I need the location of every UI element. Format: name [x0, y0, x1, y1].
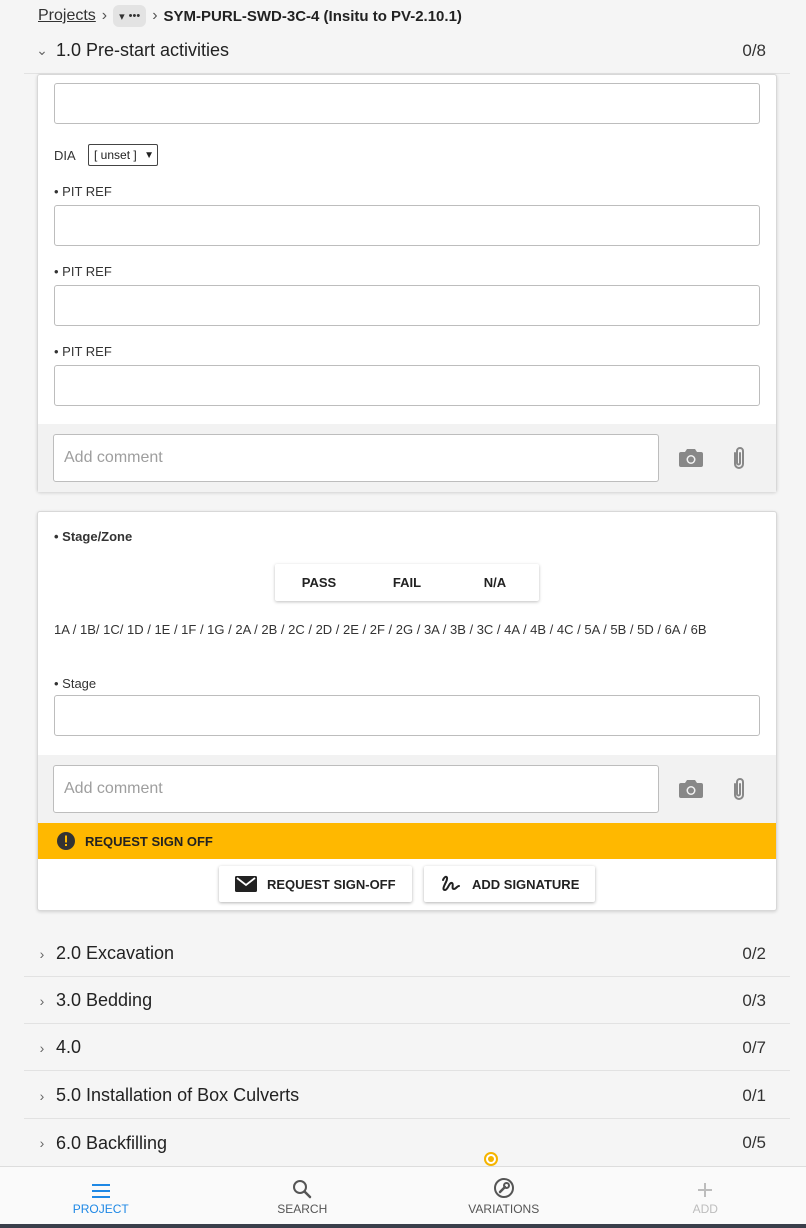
comment-input[interactable]: Add comment: [53, 434, 659, 482]
nav-add[interactable]: ADD: [605, 1167, 806, 1224]
section-count: 0/5: [742, 1133, 766, 1152]
nav-variations-label: VARIATIONS: [468, 1202, 540, 1216]
section-header-pre-start[interactable]: ⌄ 1.0 Pre-start activities 0/8: [24, 28, 790, 74]
comment-input[interactable]: Add comment: [53, 765, 659, 813]
section-title: 2.0 Excavation: [56, 943, 175, 963]
section-count: 0/3: [742, 990, 766, 1010]
nav-search-label: SEARCH: [277, 1202, 328, 1216]
checklist-card-stage-zone: • Stage/Zone PASS FAIL N/A 1A / 1B/ 1C/ …: [37, 511, 777, 911]
add-signature-button[interactable]: ADD SIGNATURE: [424, 866, 596, 902]
pit-ref-label: • PIT REF: [54, 344, 112, 359]
chevron-down-icon: ⌄: [36, 42, 48, 58]
chevron-right-icon: ›: [152, 7, 158, 24]
bottom-navigation: PROJECT SEARCH VARIATIONS ADD: [0, 1166, 806, 1224]
comment-bar: Add comment: [38, 755, 776, 823]
section-header-4[interactable]: › 4.0 0/7: [24, 1025, 790, 1071]
section-title: 1.0 Pre-start activities: [56, 40, 230, 60]
chevron-right-icon: ›: [39, 1039, 45, 1056]
signature-icon: [442, 875, 460, 892]
pass-fail-na-group: PASS FAIL N/A: [275, 564, 539, 601]
section-count: 0/2: [742, 943, 766, 963]
caret-down-icon: ▾: [119, 10, 125, 23]
chevron-right-icon: ›: [39, 992, 45, 1009]
bottom-strip: [0, 1224, 806, 1228]
chevron-right-icon: ›: [39, 945, 45, 962]
nav-add-label: ADD: [692, 1202, 718, 1216]
pit-ref-label: • PIT REF: [54, 184, 112, 199]
page-title: SYM-PURL-SWD-3C-4 (Insitu to PV-2.10.1): [163, 7, 462, 25]
section-count: 0/8: [742, 40, 766, 60]
stage-zone-label: • Stage/Zone: [54, 529, 133, 544]
envelope-icon: [235, 876, 257, 892]
pit-ref-input[interactable]: [54, 205, 760, 246]
dia-select[interactable]: [ unset ] ▼: [88, 144, 158, 166]
section-count: 0/7: [742, 1037, 766, 1057]
dia-select-value: [ unset ]: [94, 148, 137, 162]
section-header-box-culverts[interactable]: › 5.0 Installation of Box Culverts 0/1: [24, 1073, 790, 1119]
variations-icon: [493, 1178, 514, 1198]
fail-button[interactable]: FAIL: [363, 564, 451, 601]
nav-variations[interactable]: VARIATIONS: [403, 1167, 605, 1224]
chevron-down-icon: ▼: [144, 149, 154, 161]
section-header-bedding[interactable]: › 3.0 Bedding 0/3: [24, 978, 790, 1024]
pit-ref-label: • PIT REF: [54, 264, 112, 279]
chevron-right-icon: ›: [39, 1087, 45, 1104]
plus-icon: [698, 1183, 713, 1197]
section-title: 6.0 Backfilling: [56, 1132, 168, 1153]
search-icon: [293, 1180, 312, 1199]
camera-icon[interactable]: [677, 775, 705, 803]
pass-button[interactable]: PASS: [275, 564, 363, 601]
text-field[interactable]: [54, 83, 760, 124]
paperclip-icon[interactable]: [725, 444, 753, 472]
nav-project[interactable]: PROJECT: [0, 1167, 202, 1224]
section-title: 3.0 Bedding: [56, 990, 153, 1010]
nav-project-label: PROJECT: [72, 1202, 129, 1216]
section-title: 5.0 Installation of Box Culverts: [56, 1085, 300, 1105]
comment-bar: Add comment: [38, 424, 776, 492]
menu-icon: [91, 1184, 110, 1198]
banner-text: REQUEST SIGN OFF: [85, 833, 213, 849]
section-title: 4.0: [56, 1037, 82, 1057]
add-signature-label: ADD SIGNATURE: [472, 876, 580, 892]
camera-icon[interactable]: [677, 444, 705, 472]
section-count: 0/1: [742, 1085, 766, 1105]
section-header-excavation[interactable]: › 2.0 Excavation 0/2: [24, 931, 790, 977]
pit-ref-input[interactable]: [54, 285, 760, 326]
request-sign-off-button[interactable]: REQUEST SIGN-OFF: [219, 866, 412, 902]
stage-label: • Stage: [54, 676, 97, 691]
chevron-right-icon: ›: [101, 7, 108, 24]
warning-icon: [57, 832, 75, 850]
section-header-backfilling[interactable]: › 6.0 Backfilling 0/5: [24, 1120, 790, 1166]
breadcrumb-more-button[interactable]: ▾ •••: [113, 5, 147, 27]
dia-label: DIA: [54, 148, 76, 163]
checklist-card-pit-ref: DIA [ unset ] ▼ • PIT REF • PIT REF • PI…: [37, 74, 777, 492]
breadcrumb: Projects › ▾ ••• › SYM-PURL-SWD-3C-4 (In…: [38, 4, 462, 28]
breadcrumb-projects-link[interactable]: Projects: [38, 7, 96, 25]
stage-input[interactable]: [54, 695, 760, 736]
request-sign-off-label: REQUEST SIGN-OFF: [267, 876, 396, 892]
more-dots-label: •••: [128, 10, 141, 22]
paperclip-icon[interactable]: [725, 775, 753, 803]
zones-text: 1A / 1B/ 1C/ 1D / 1E / 1F / 1G / 2A / 2B…: [54, 622, 707, 637]
request-sign-off-banner: REQUEST SIGN OFF: [38, 823, 776, 859]
chevron-right-icon: ›: [39, 1135, 45, 1151]
pit-ref-input[interactable]: [54, 365, 760, 406]
nav-search[interactable]: SEARCH: [202, 1167, 404, 1224]
variations-notification-dot: [484, 1152, 498, 1166]
na-button[interactable]: N/A: [451, 564, 539, 601]
